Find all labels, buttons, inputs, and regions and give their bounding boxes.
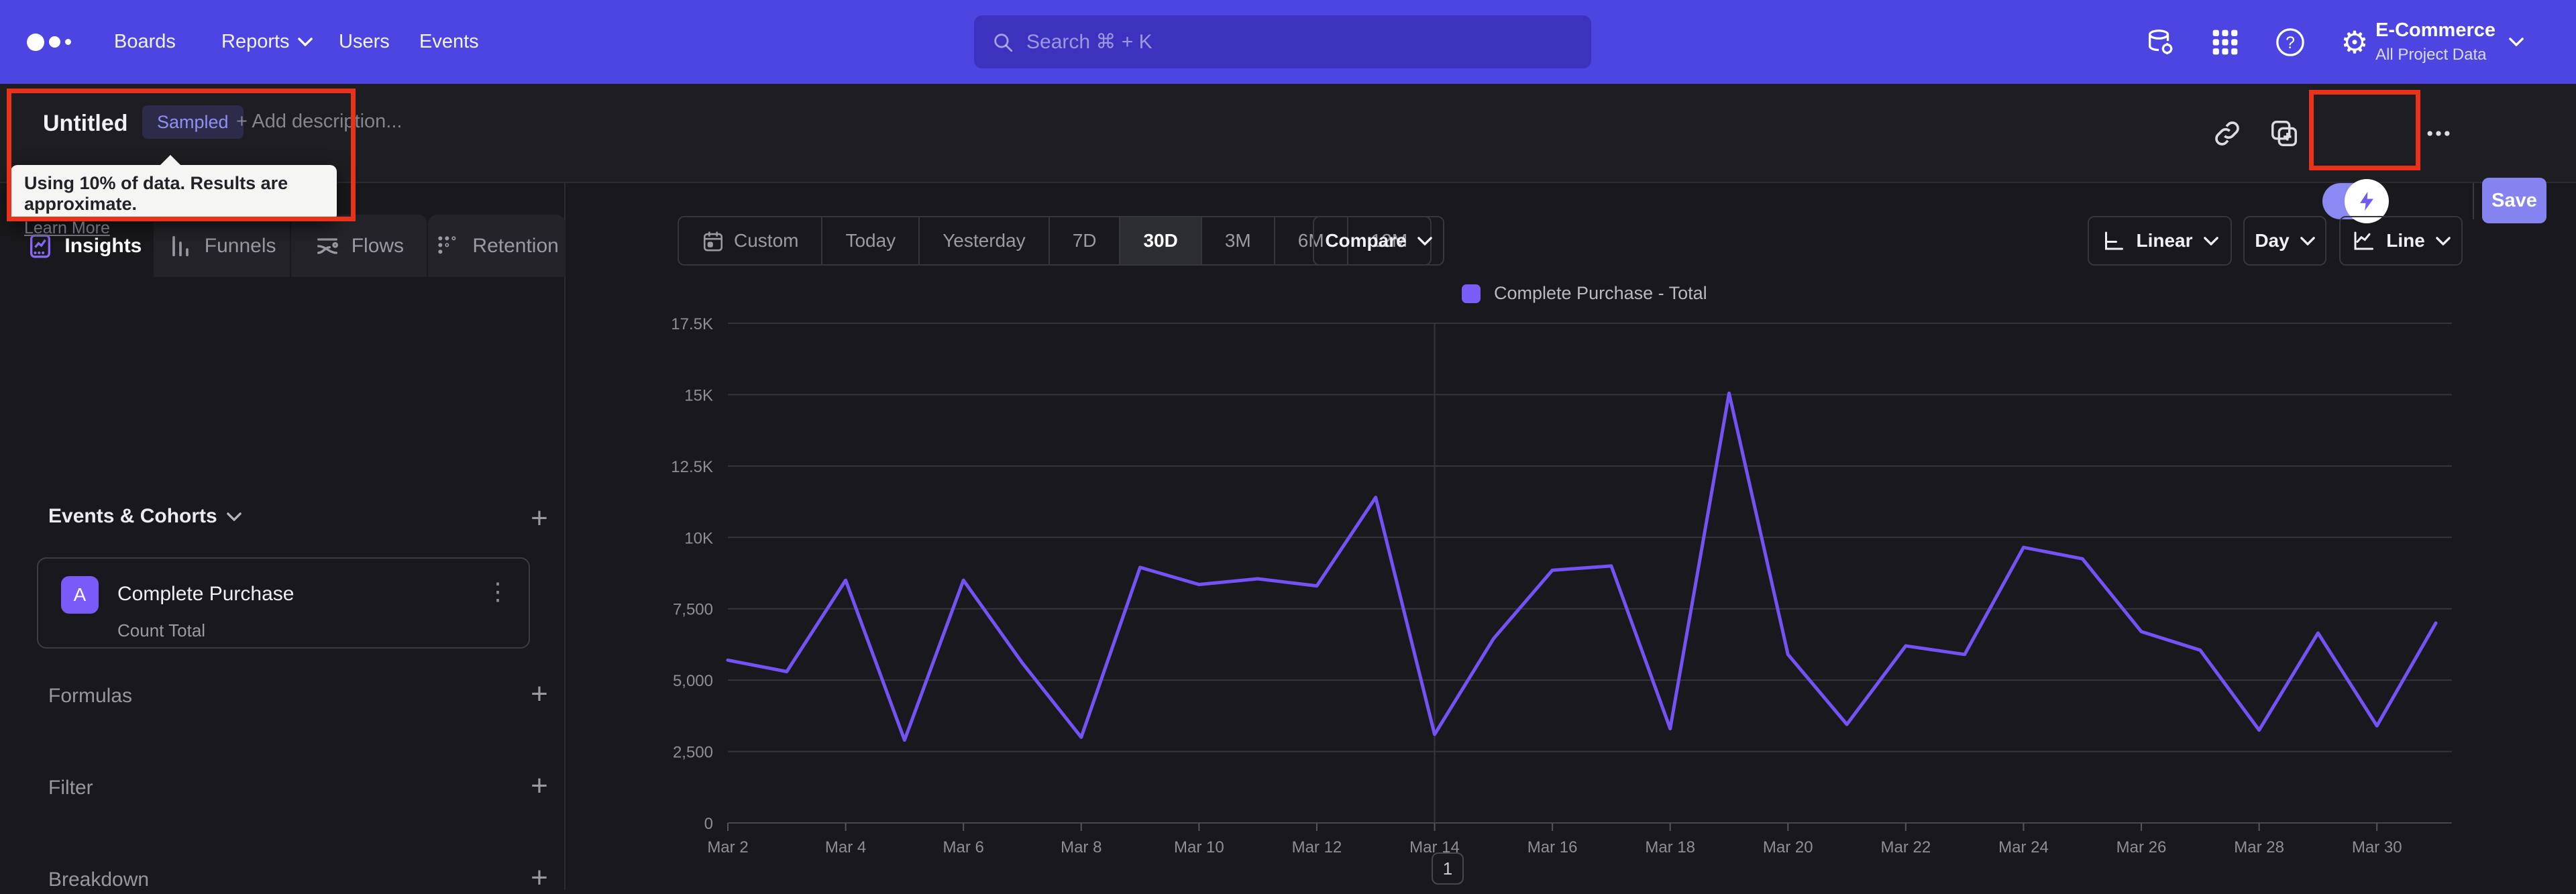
event-letter-badge: A	[61, 576, 99, 614]
page-indicator[interactable]: 1	[1432, 852, 1464, 885]
mixpanel-logo-icon[interactable]	[27, 0, 71, 84]
apps-grid-icon[interactable]	[2205, 0, 2245, 84]
more-options-icon[interactable]	[2415, 84, 2462, 183]
search-icon	[994, 33, 1013, 52]
range-custom[interactable]: Custom	[679, 217, 823, 264]
svg-text:5,000: 5,000	[673, 672, 713, 690]
data-management-icon[interactable]	[2140, 0, 2180, 84]
svg-text:Mar 30: Mar 30	[2352, 838, 2402, 856]
scale-dropdown[interactable]: Linear	[2088, 216, 2232, 266]
svg-text:Mar 18: Mar 18	[1645, 838, 1695, 856]
nav-boards[interactable]: Boards	[114, 0, 176, 84]
sampling-toggle[interactable]	[2322, 179, 2389, 223]
logo-dot-medium	[49, 36, 60, 48]
chevron-down-icon	[2435, 236, 2451, 245]
project-name: E-Commerce	[2375, 19, 2496, 41]
logo-dot-small	[65, 39, 71, 45]
svg-text:Mar 10: Mar 10	[1174, 838, 1224, 856]
svg-text:10K: 10K	[684, 529, 713, 547]
add-event-button[interactable]: +	[525, 504, 554, 535]
project-scope: All Project Data	[2375, 46, 2487, 64]
query-sidebar: Events & Cohorts + A Complete Purchase C…	[0, 183, 566, 893]
range-3m[interactable]: 3M	[1202, 217, 1275, 264]
range-30d[interactable]: 30D	[1120, 217, 1202, 264]
tooltip-text: Using 10% of data. Results are approxima…	[24, 173, 288, 214]
svg-text:Mar 6: Mar 6	[943, 838, 983, 856]
chevron-down-icon	[2203, 236, 2218, 245]
sampled-badge[interactable]: Sampled	[142, 105, 244, 139]
line-chart[interactable]: 0 2,500 5,000 7,500 10K 12.5K 15K 17.5K Mar 2 Mar…	[671, 288, 2482, 879]
chevron-down-icon	[2300, 236, 2315, 245]
add-to-board-icon[interactable]	[2261, 84, 2308, 183]
settings-gear-icon[interactable]: ⚙	[2334, 0, 2375, 84]
svg-text:Mar 2: Mar 2	[707, 838, 748, 856]
divider	[2473, 183, 2474, 219]
lightning-bolt-icon	[2360, 191, 2373, 211]
granularity-dropdown[interactable]: Day	[2243, 216, 2326, 266]
nav-users[interactable]: Users	[339, 0, 390, 84]
events-cohorts-header[interactable]: Events & Cohorts	[48, 505, 241, 528]
chevron-down-icon	[2509, 38, 2524, 46]
svg-text:15K: 15K	[684, 386, 713, 404]
search-placeholder: Search ⌘ + K	[1026, 31, 1152, 53]
save-button[interactable]: Save	[2482, 178, 2546, 223]
chart-type-dropdown[interactable]: Line	[2339, 216, 2463, 266]
event-card[interactable]: A Complete Purchase Count Total ⋮	[37, 557, 530, 649]
svg-text:Mar 28: Mar 28	[2234, 838, 2284, 856]
svg-text:Mar 8: Mar 8	[1061, 838, 1102, 856]
svg-text:Mar 22: Mar 22	[1881, 838, 1931, 856]
report-title[interactable]: Untitled	[43, 111, 128, 137]
svg-text:Mar 16: Mar 16	[1527, 838, 1578, 856]
nav-events[interactable]: Events	[419, 0, 479, 84]
svg-text:Mar 26: Mar 26	[2116, 838, 2167, 856]
search-input[interactable]: Search ⌘ + K	[974, 15, 1591, 68]
chevron-down-icon	[1417, 236, 1432, 245]
project-selector[interactable]: E-Commerce All Project Data	[2375, 0, 2524, 84]
retention-icon	[438, 235, 456, 254]
compare-button[interactable]: Compare	[1313, 216, 1444, 266]
logo-dot-large	[27, 33, 44, 51]
calendar-icon	[703, 231, 723, 252]
nav-reports[interactable]: Reports	[221, 0, 313, 84]
svg-text:12.5K: 12.5K	[671, 458, 713, 476]
chevron-down-icon	[226, 512, 241, 521]
section-formulas[interactable]: Formulas	[48, 685, 132, 708]
add-formula-button[interactable]: +	[525, 679, 554, 710]
copy-link-icon[interactable]	[2204, 84, 2251, 183]
svg-text:2,500: 2,500	[673, 744, 713, 762]
svg-text:17.5K: 17.5K	[671, 315, 713, 333]
chevron-down-icon	[297, 38, 313, 46]
range-yesterday[interactable]: Yesterday	[920, 217, 1050, 264]
svg-text:Mar 20: Mar 20	[1763, 838, 1813, 856]
range-7d[interactable]: 7D	[1050, 217, 1121, 264]
section-filter[interactable]: Filter	[48, 777, 93, 799]
help-icon[interactable]: ?	[2270, 0, 2310, 84]
event-options-kebab-icon[interactable]: ⋮	[486, 577, 510, 606]
report-title-bar: Untitled Sampled + Add description... Sa…	[0, 84, 2576, 223]
tooltip-arrow	[160, 155, 181, 166]
learn-more-link[interactable]: Learn More	[24, 219, 110, 238]
linear-axis-icon	[2105, 231, 2124, 250]
svg-text:0: 0	[704, 815, 713, 833]
add-filter-button[interactable]: +	[525, 771, 554, 802]
section-breakdown[interactable]: Breakdown	[48, 869, 149, 891]
svg-text:?: ?	[2286, 33, 2295, 52]
event-metric[interactable]: Count Total	[117, 620, 205, 641]
range-today[interactable]: Today	[822, 217, 920, 264]
svg-text:7,500: 7,500	[673, 601, 713, 619]
event-name[interactable]: Complete Purchase	[117, 583, 294, 606]
sampling-tooltip: Using 10% of data. Results are approxima…	[11, 155, 337, 237]
svg-text:Mar 12: Mar 12	[1292, 838, 1342, 856]
svg-text:Mar 4: Mar 4	[825, 838, 866, 856]
line-chart-icon	[2354, 231, 2374, 250]
top-nav: Boards Reports Users Events Search ⌘ + K…	[0, 0, 2576, 84]
add-breakdown-button[interactable]: +	[525, 863, 554, 894]
tab-retention[interactable]: Retention	[428, 215, 566, 277]
svg-text:Mar 24: Mar 24	[1998, 838, 2049, 856]
add-description-field[interactable]: + Add description...	[236, 111, 402, 133]
